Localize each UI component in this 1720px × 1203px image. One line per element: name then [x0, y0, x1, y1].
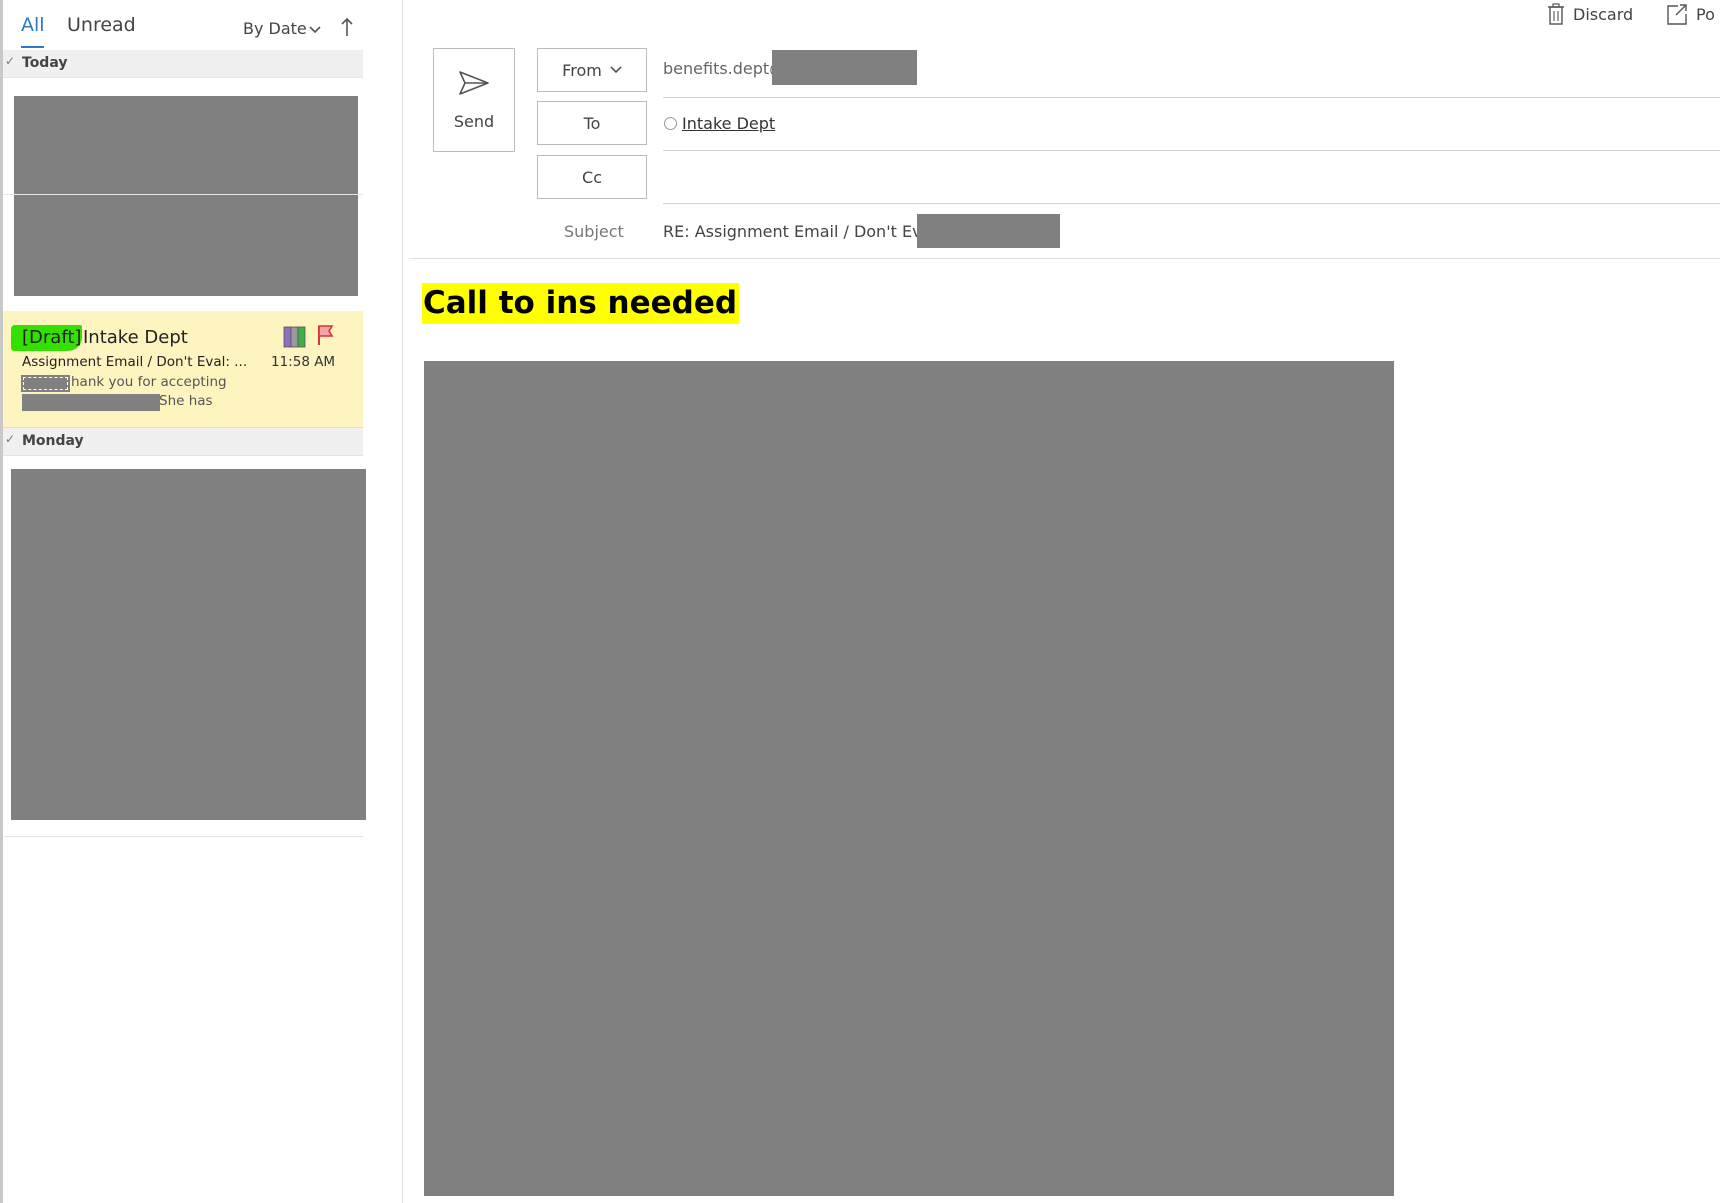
sort-dropdown[interactable]: By Date: [243, 16, 323, 42]
send-icon: [459, 71, 489, 95]
chevron-down-icon: [610, 66, 622, 74]
sort-label: By Date: [243, 19, 307, 38]
send-button[interactable]: Send: [433, 48, 515, 152]
message-subject: Assignment Email / Don't Eval: ...: [22, 354, 248, 370]
cc-label: Cc: [582, 167, 602, 187]
subject-input[interactable]: RE: Assignment Email / Don't Eval:: [663, 222, 941, 241]
cc-button[interactable]: Cc: [537, 155, 647, 199]
discard-button[interactable]: Discard: [1547, 0, 1633, 28]
chevron-down-icon: [309, 26, 321, 34]
to-label: To: [583, 113, 601, 133]
redacted-message-items[interactable]: [11, 469, 366, 820]
active-tab-underline: [21, 46, 44, 48]
collapse-chevron-icon: ✓: [5, 432, 16, 446]
from-button[interactable]: From: [537, 48, 647, 92]
from-label: From: [562, 60, 602, 80]
discard-label: Discard: [1573, 4, 1634, 24]
body-heading: Call to ins needed: [422, 283, 740, 324]
category-color-icon[interactable]: [283, 326, 307, 348]
message-body-editor[interactable]: Call to ins needed: [409, 262, 1720, 1203]
row-divider: [3, 194, 363, 195]
group-label-today: Today: [22, 55, 68, 71]
cc-input[interactable]: [663, 155, 1720, 199]
redacted-from-domain: [772, 50, 917, 85]
group-header-today[interactable]: ✓ Today: [3, 50, 363, 78]
row-divider: [3, 836, 363, 837]
subject-label: Subject: [564, 222, 624, 241]
to-button[interactable]: To: [537, 101, 647, 145]
message-time: 11:58 AM: [271, 354, 336, 370]
from-address[interactable]: benefits.dept@: [663, 59, 785, 78]
message-item-draft[interactable]: [Draft] Intake Dept Assignment Email / D…: [3, 311, 363, 428]
sort-ascending-icon[interactable]: [340, 17, 354, 37]
cc-field-underline: [663, 203, 1720, 204]
filter-tab-all[interactable]: All: [21, 14, 45, 36]
popout-label: Po: [1696, 4, 1715, 24]
recipient-presence-icon: [664, 117, 677, 130]
pane-left-edge: [0, 0, 3, 1203]
trash-icon: [1548, 3, 1564, 25]
group-label-monday: Monday: [22, 433, 84, 449]
message-preview-line-1: hank you for accepting: [71, 374, 227, 390]
redacted-preview-text: [22, 394, 160, 411]
popout-icon: [1667, 4, 1687, 25]
subject-divider: [409, 258, 1720, 259]
message-preview-line-2: She has: [159, 393, 213, 409]
redacted-preview-text: [21, 375, 70, 392]
redacted-subject-text: [917, 214, 1060, 248]
filter-tab-unread[interactable]: Unread: [67, 14, 136, 36]
to-recipient[interactable]: Intake Dept: [682, 114, 775, 133]
to-field-underline: [663, 150, 1720, 151]
message-sender: Intake Dept: [83, 327, 188, 348]
redacted-body-content: [424, 361, 1394, 1196]
group-header-monday[interactable]: ✓ Monday: [3, 428, 363, 456]
flag-icon[interactable]: [316, 324, 334, 346]
popout-button[interactable]: Po: [1666, 0, 1715, 28]
from-field-underline: [663, 97, 1720, 98]
redacted-message-item[interactable]: [14, 96, 358, 296]
collapse-chevron-icon: ✓: [5, 54, 16, 68]
send-label: Send: [453, 112, 495, 131]
draft-tag: [Draft]: [22, 327, 82, 348]
message-list-pane: All Unread By Date ✓ Today [Draft] Intak…: [0, 0, 403, 1203]
